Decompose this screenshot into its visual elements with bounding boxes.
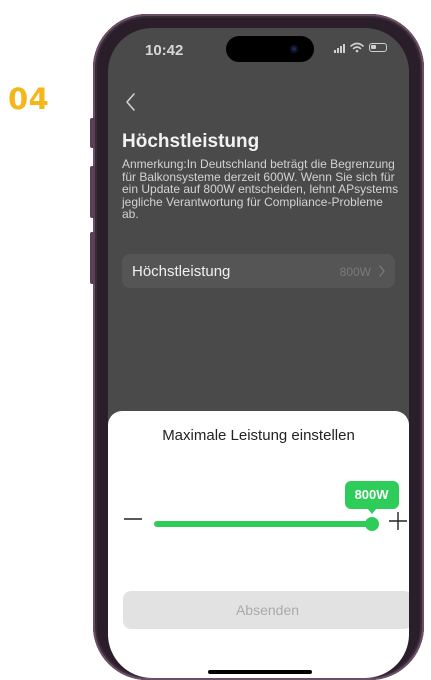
power-slider[interactable] <box>154 517 379 531</box>
max-power-setting-row[interactable]: Höchstleistung 800W <box>122 254 395 288</box>
sheet-title: Maximale Leistung einstellen <box>162 427 355 444</box>
dynamic-island <box>226 36 314 62</box>
page-note: Anmerkung:In Deutschland beträgt die Beg… <box>122 157 399 222</box>
step-number: 04 <box>8 82 50 116</box>
status-bar: 10:42 <box>108 28 409 72</box>
bottom-sheet: Maximale Leistung einstellen 800W Absend… <box>108 411 409 678</box>
status-time: 10:42 <box>145 42 184 59</box>
battery-icon <box>369 43 387 52</box>
submit-button[interactable]: Absenden <box>123 591 409 629</box>
wifi-icon <box>350 42 364 53</box>
setting-label: Höchstleistung <box>132 263 231 280</box>
volume-up-button <box>90 166 95 218</box>
volume-down-button <box>90 232 95 284</box>
tooltip-arrow <box>366 508 377 514</box>
home-indicator <box>208 670 312 674</box>
phone-screen: 10:42 Höchstleistung Anmerkung:In Deutsc… <box>108 28 409 678</box>
minus-icon[interactable] <box>123 511 143 527</box>
slider-thumb[interactable] <box>364 517 379 531</box>
value-tooltip: 800W <box>344 481 399 514</box>
status-icons <box>334 42 387 53</box>
setting-value: 800W <box>339 265 371 279</box>
phone-frame: 10:42 Höchstleistung Anmerkung:In Deutsc… <box>90 14 424 680</box>
signal-icon <box>334 43 345 53</box>
chevron-right-icon <box>379 265 385 277</box>
back-chevron-icon[interactable] <box>122 90 142 114</box>
tooltip-value: 800W <box>354 487 389 502</box>
page-title: Höchstleistung <box>122 131 260 152</box>
action-button <box>90 118 95 148</box>
slider-fill <box>154 521 372 527</box>
camera-dot <box>290 45 298 53</box>
plus-icon[interactable] <box>388 511 408 531</box>
